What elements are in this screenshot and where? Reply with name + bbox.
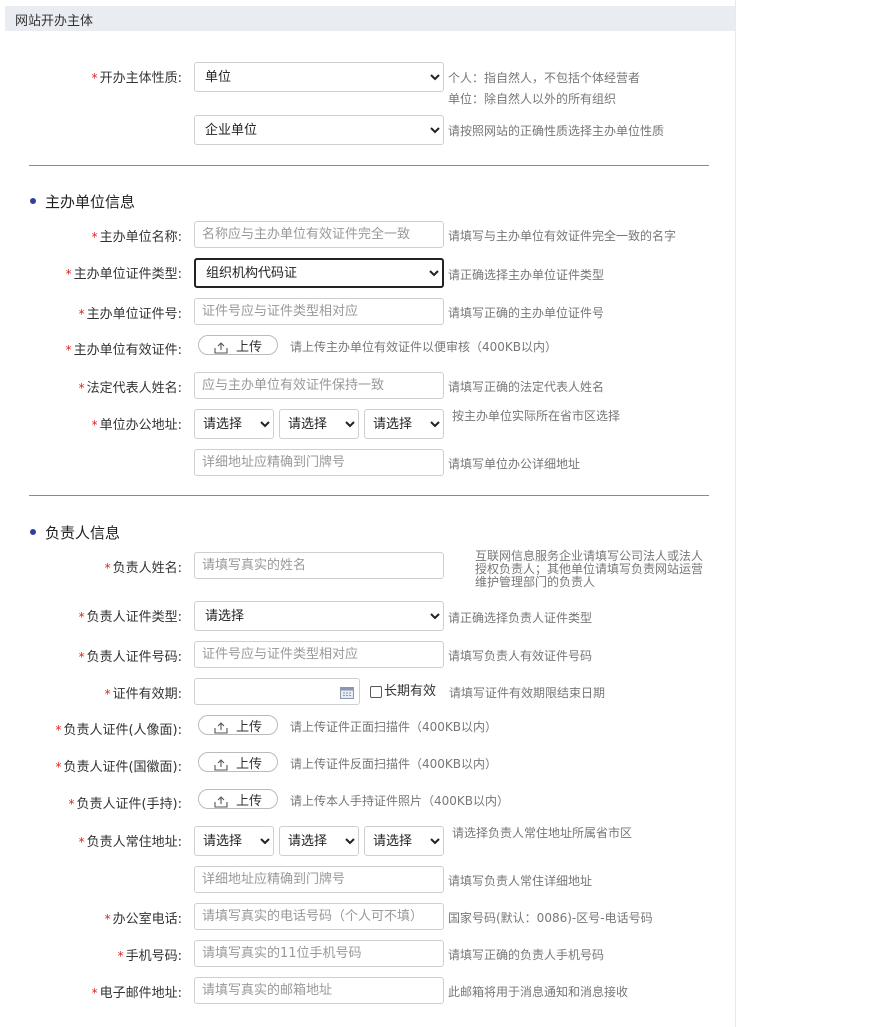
label-org-name: * 主办单位名称: (91, 230, 182, 245)
front-upload-button[interactable]: 上传 (198, 715, 278, 735)
label-front: * 负责人证件(人像面): (55, 723, 182, 738)
person-address-detail-hint: 请填写负责人常住详细地址 (448, 874, 593, 888)
back-upload-button[interactable]: 上传 (198, 752, 278, 772)
mobile-hint: 请填写正确的负责人手机号码 (448, 948, 605, 962)
label-person-cert-no: * 负责人证件号码: (78, 650, 182, 665)
office-phone-hint: 国家号码(默认：0086)-区号-电话号码 (448, 911, 653, 925)
org-district-select[interactable]: 请选择 (364, 409, 444, 439)
person-address-hint: 请选择负责人常住地址所属省市区 (452, 826, 633, 840)
org-province-select[interactable]: 请选择 (194, 409, 274, 439)
section-org-info: 主办单位信息 (30, 191, 135, 212)
org-cert-no-hint: 请填写正确的主办单位证件号 (448, 306, 605, 320)
validity-date-input[interactable] (194, 678, 360, 705)
person-cert-no-input[interactable] (194, 641, 444, 668)
label-email: * 电子邮件地址: (91, 986, 182, 1001)
org-city-select[interactable]: 请选择 (279, 409, 359, 439)
org-cert-type-hint: 请正确选择主办单位证件类型 (448, 268, 605, 282)
nature-hint-1: 个人：指自然人，不包括个体经营者 (448, 71, 641, 85)
validity-hint: 请填写证件有效期限结束日期 (449, 686, 606, 700)
org-name-input[interactable] (194, 221, 444, 248)
label-back: * 负责人证件(国徽面): (55, 760, 182, 775)
mobile-input[interactable] (194, 940, 444, 967)
org-address-hint: 按主办单位实际所在省市区选择 (452, 409, 621, 423)
org-cert-file-hint: 请上传主办单位有效证件以便审核（400KB以内） (290, 340, 558, 354)
divider (29, 165, 709, 166)
label-legal-rep: * 法定代表人姓名: (78, 381, 182, 396)
label-org-cert-file: * 主办单位有效证件: (65, 343, 182, 358)
header-title: 网站开办主体 (15, 14, 94, 29)
label-org-cert-type: * 主办单位证件类型: (65, 267, 182, 282)
form-panel: 网站开办主体 * 开办主体性质: 单位 个人：指自然人，不包括个体经营者 单位：除… (0, 0, 736, 1027)
label-validity: * 证件有效期: (104, 687, 182, 702)
office-phone-input[interactable] (194, 903, 444, 930)
person-district-select[interactable]: 请选择 (364, 826, 444, 856)
upload-icon (214, 341, 228, 354)
org-address-detail-hint: 请填写单位办公详细地址 (448, 457, 581, 471)
person-cert-no-hint: 请填写负责人有效证件号码 (448, 649, 593, 663)
org-cert-type-select[interactable]: 组织机构代码证 (194, 258, 444, 288)
section-dot (30, 197, 36, 204)
person-name-hint: 互联网信息服务企业请填写公司法人或法人 授权负责人；其他单位请填写负责网站运营 … (475, 549, 704, 589)
label-office-phone: * 办公室电话: (104, 912, 182, 927)
email-input[interactable] (194, 977, 444, 1004)
nature-select[interactable]: 单位 (194, 62, 444, 92)
email-hint: 此邮箱将用于消息通知和消息接收 (448, 985, 629, 999)
org-cert-no-input[interactable] (194, 298, 444, 325)
long-term-label: 长期有效 (384, 684, 437, 699)
upload-icon (214, 795, 228, 808)
upload-icon (214, 758, 228, 771)
nature-sub-select[interactable]: 企业单位 (194, 115, 444, 145)
org-address-detail-input[interactable] (194, 449, 444, 476)
upload-icon (214, 721, 228, 734)
label-person-cert-type: * 负责人证件类型: (78, 610, 182, 625)
label-org-address: * 单位办公地址: (91, 418, 182, 433)
calendar-icon[interactable] (340, 687, 354, 699)
divider (29, 495, 709, 496)
front-hint: 请上传证件正面扫描件（400KB以内） (290, 720, 498, 734)
person-cert-type-select[interactable]: 请选择 (194, 601, 444, 631)
long-term-checkbox[interactable] (370, 686, 382, 698)
nature-hint-2: 单位：除自然人以外的所有组织 (448, 92, 617, 106)
label-person-name: * 负责人姓名: (104, 561, 182, 576)
label-nature: * 开办主体性质: (91, 71, 182, 86)
label-org-cert-no: * 主办单位证件号: (78, 307, 182, 322)
org-name-hint: 请填写与主办单位有效证件完全一致的名字 (448, 229, 677, 243)
section-dot (30, 528, 36, 535)
label-handheld: * 负责人证件(手持): (68, 797, 182, 812)
handheld-upload-button[interactable]: 上传 (198, 789, 278, 809)
person-cert-type-hint: 请正确选择负责人证件类型 (448, 611, 593, 625)
person-city-select[interactable]: 请选择 (279, 826, 359, 856)
nature-sub-hint: 请按照网站的正确性质选择主办单位性质 (448, 124, 665, 138)
back-hint: 请上传证件反面扫描件（400KB以内） (290, 757, 498, 771)
section-header: 网站开办主体 (5, 6, 735, 31)
person-address-detail-input[interactable] (194, 866, 444, 893)
legal-rep-hint: 请填写正确的法定代表人姓名 (448, 380, 605, 394)
person-name-input[interactable] (194, 552, 444, 579)
person-province-select[interactable]: 请选择 (194, 826, 274, 856)
legal-rep-input[interactable] (194, 372, 444, 399)
label-mobile: * 手机号码: (117, 949, 182, 964)
section-person-info: 负责人信息 (30, 522, 120, 543)
required-mark: * (91, 71, 98, 85)
handheld-hint: 请上传本人手持证件照片（400KB以内） (290, 794, 510, 808)
org-cert-upload-button[interactable]: 上传 (198, 335, 278, 355)
label-person-address: * 负责人常住地址: (78, 835, 182, 850)
